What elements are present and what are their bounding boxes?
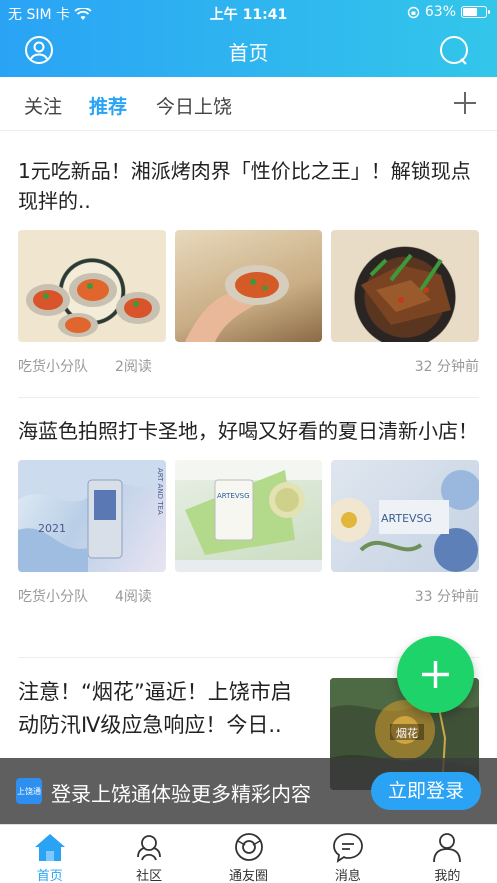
article-title[interactable]: 注意！“烟花”逼近！上饶市启动防汛Ⅳ级应急响应！今日..: [18, 676, 308, 742]
tab-recommend[interactable]: 推荐: [89, 92, 127, 119]
search-icon[interactable]: [439, 35, 469, 65]
map-label: 烟花: [396, 726, 418, 740]
banner-text: 登录上饶通体验更多精彩内容: [51, 782, 311, 806]
article-meta: 吃货小分队 4阅读 33 分钟前: [18, 586, 479, 606]
article-time: 33 分钟前: [414, 589, 479, 605]
tea-shop-wall-image: ARTEVSG: [331, 460, 480, 572]
message-icon: [333, 833, 363, 863]
tab-today-shangrao[interactable]: 今日上饶: [156, 92, 232, 119]
tabbar-item-messages[interactable]: 消息: [298, 825, 397, 883]
tab-follow[interactable]: 关注: [24, 92, 62, 119]
article-title[interactable]: 海蓝色拍照打卡圣地，好喝又好看的夏日清新小店！: [18, 416, 479, 446]
status-bar: 无 SIM 卡 上午 11:41 63%: [0, 0, 497, 26]
battery-percent: 63%: [424, 4, 456, 20]
food-hand-oyster-image: [174, 230, 323, 342]
battery-icon: [461, 6, 490, 18]
wall-brand-text: ARTEVSG: [381, 512, 432, 525]
status-right: 63%: [407, 4, 490, 20]
rotation-lock-icon: [407, 6, 420, 18]
tabbar-label: 通友圈: [229, 869, 269, 883]
plus-icon: [422, 661, 449, 688]
food-oysters-image: [18, 230, 166, 342]
page-title: 首页: [228, 41, 269, 65]
article-card[interactable]: 海蓝色拍照打卡圣地，好喝又好看的夏日清新小店！ 2021 ART AND TEA…: [18, 416, 480, 606]
tabbar-label: 社区: [136, 869, 163, 883]
add-channel-icon[interactable]: [451, 89, 479, 117]
divider: [18, 397, 479, 398]
article-card[interactable]: 1元吃新品！湘派烤肉界「性价比之王」！解锁现点现拌的.. 吃货小分队 2阅读 3…: [18, 156, 480, 376]
tea-shop-poster-image: 2021 ART AND TEA: [18, 460, 166, 572]
tabbar-label: 我的: [434, 869, 461, 883]
friends-circle-icon: [234, 833, 263, 861]
app-logo: 上饶通: [16, 778, 42, 804]
tabbar-item-home[interactable]: 首页: [0, 825, 99, 883]
tabbar-label: 首页: [36, 869, 63, 883]
article-source: 吃货小分队: [18, 589, 88, 605]
login-banner: 上饶通 登录上饶通体验更多精彩内容 立即登录: [0, 758, 497, 824]
article-source: 吃货小分队: [18, 359, 88, 375]
article-thumbnails: [18, 230, 480, 342]
food-grilled-lamb-image: [331, 230, 480, 342]
poster-year-text: 2021: [38, 522, 66, 535]
article-title[interactable]: 1元吃新品！湘派烤肉界「性价比之王」！解锁现点现拌的..: [18, 156, 479, 216]
article-thumbnails: 2021 ART AND TEA ARTEVSG ARTEVSG: [18, 460, 480, 572]
home-icon: [34, 834, 65, 861]
channel-tabs: 关注 推荐 今日上饶: [0, 77, 497, 131]
login-button[interactable]: 立即登录: [371, 772, 481, 810]
poster-side-text: ART AND TEA: [156, 468, 164, 515]
tabbar-item-friends-circle[interactable]: 通友圈: [199, 825, 298, 883]
article-reads: 2阅读: [115, 359, 152, 375]
bottom-tabbar: 首页 社区 通友圈 消息 我的: [0, 824, 497, 883]
tabbar-label: 消息: [334, 869, 361, 883]
profile-icon: [433, 833, 462, 863]
tabbar-item-profile[interactable]: 我的: [398, 825, 497, 883]
article-time: 32 分钟前: [414, 359, 479, 375]
community-icon: [137, 835, 162, 861]
header-bar: 无 SIM 卡 上午 11:41 63% 首页: [0, 0, 497, 77]
tea-drinks-image: ARTEVSG: [174, 460, 323, 572]
tabbar-item-community[interactable]: 社区: [99, 825, 198, 883]
create-post-button[interactable]: [397, 636, 474, 713]
cup-brand-text: ARTEVSG: [217, 492, 250, 500]
article-meta: 吃货小分队 2阅读 32 分钟前: [18, 356, 479, 376]
article-reads: 4阅读: [115, 589, 152, 605]
